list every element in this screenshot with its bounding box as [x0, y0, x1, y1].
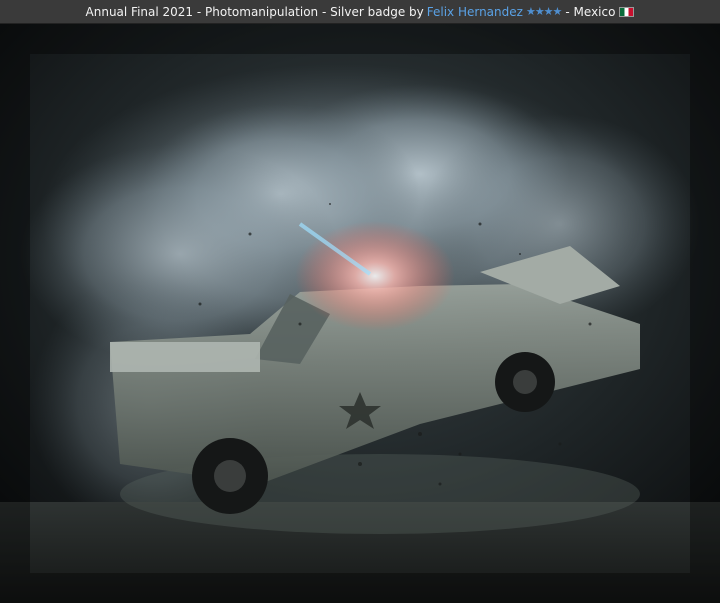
mexico-flag-icon [619, 6, 635, 17]
image-caption-bar: Annual Final 2021 - Photomanipulation - … [0, 0, 720, 24]
artwork-image [0, 24, 720, 603]
caption-prefix: Annual Final 2021 - Photomanipulation - … [85, 4, 424, 19]
rating-stars-icon: ★★★★ [525, 4, 562, 18]
author-link[interactable]: Felix Hernandez [427, 0, 523, 24]
caption-country: - Mexico [565, 4, 616, 19]
